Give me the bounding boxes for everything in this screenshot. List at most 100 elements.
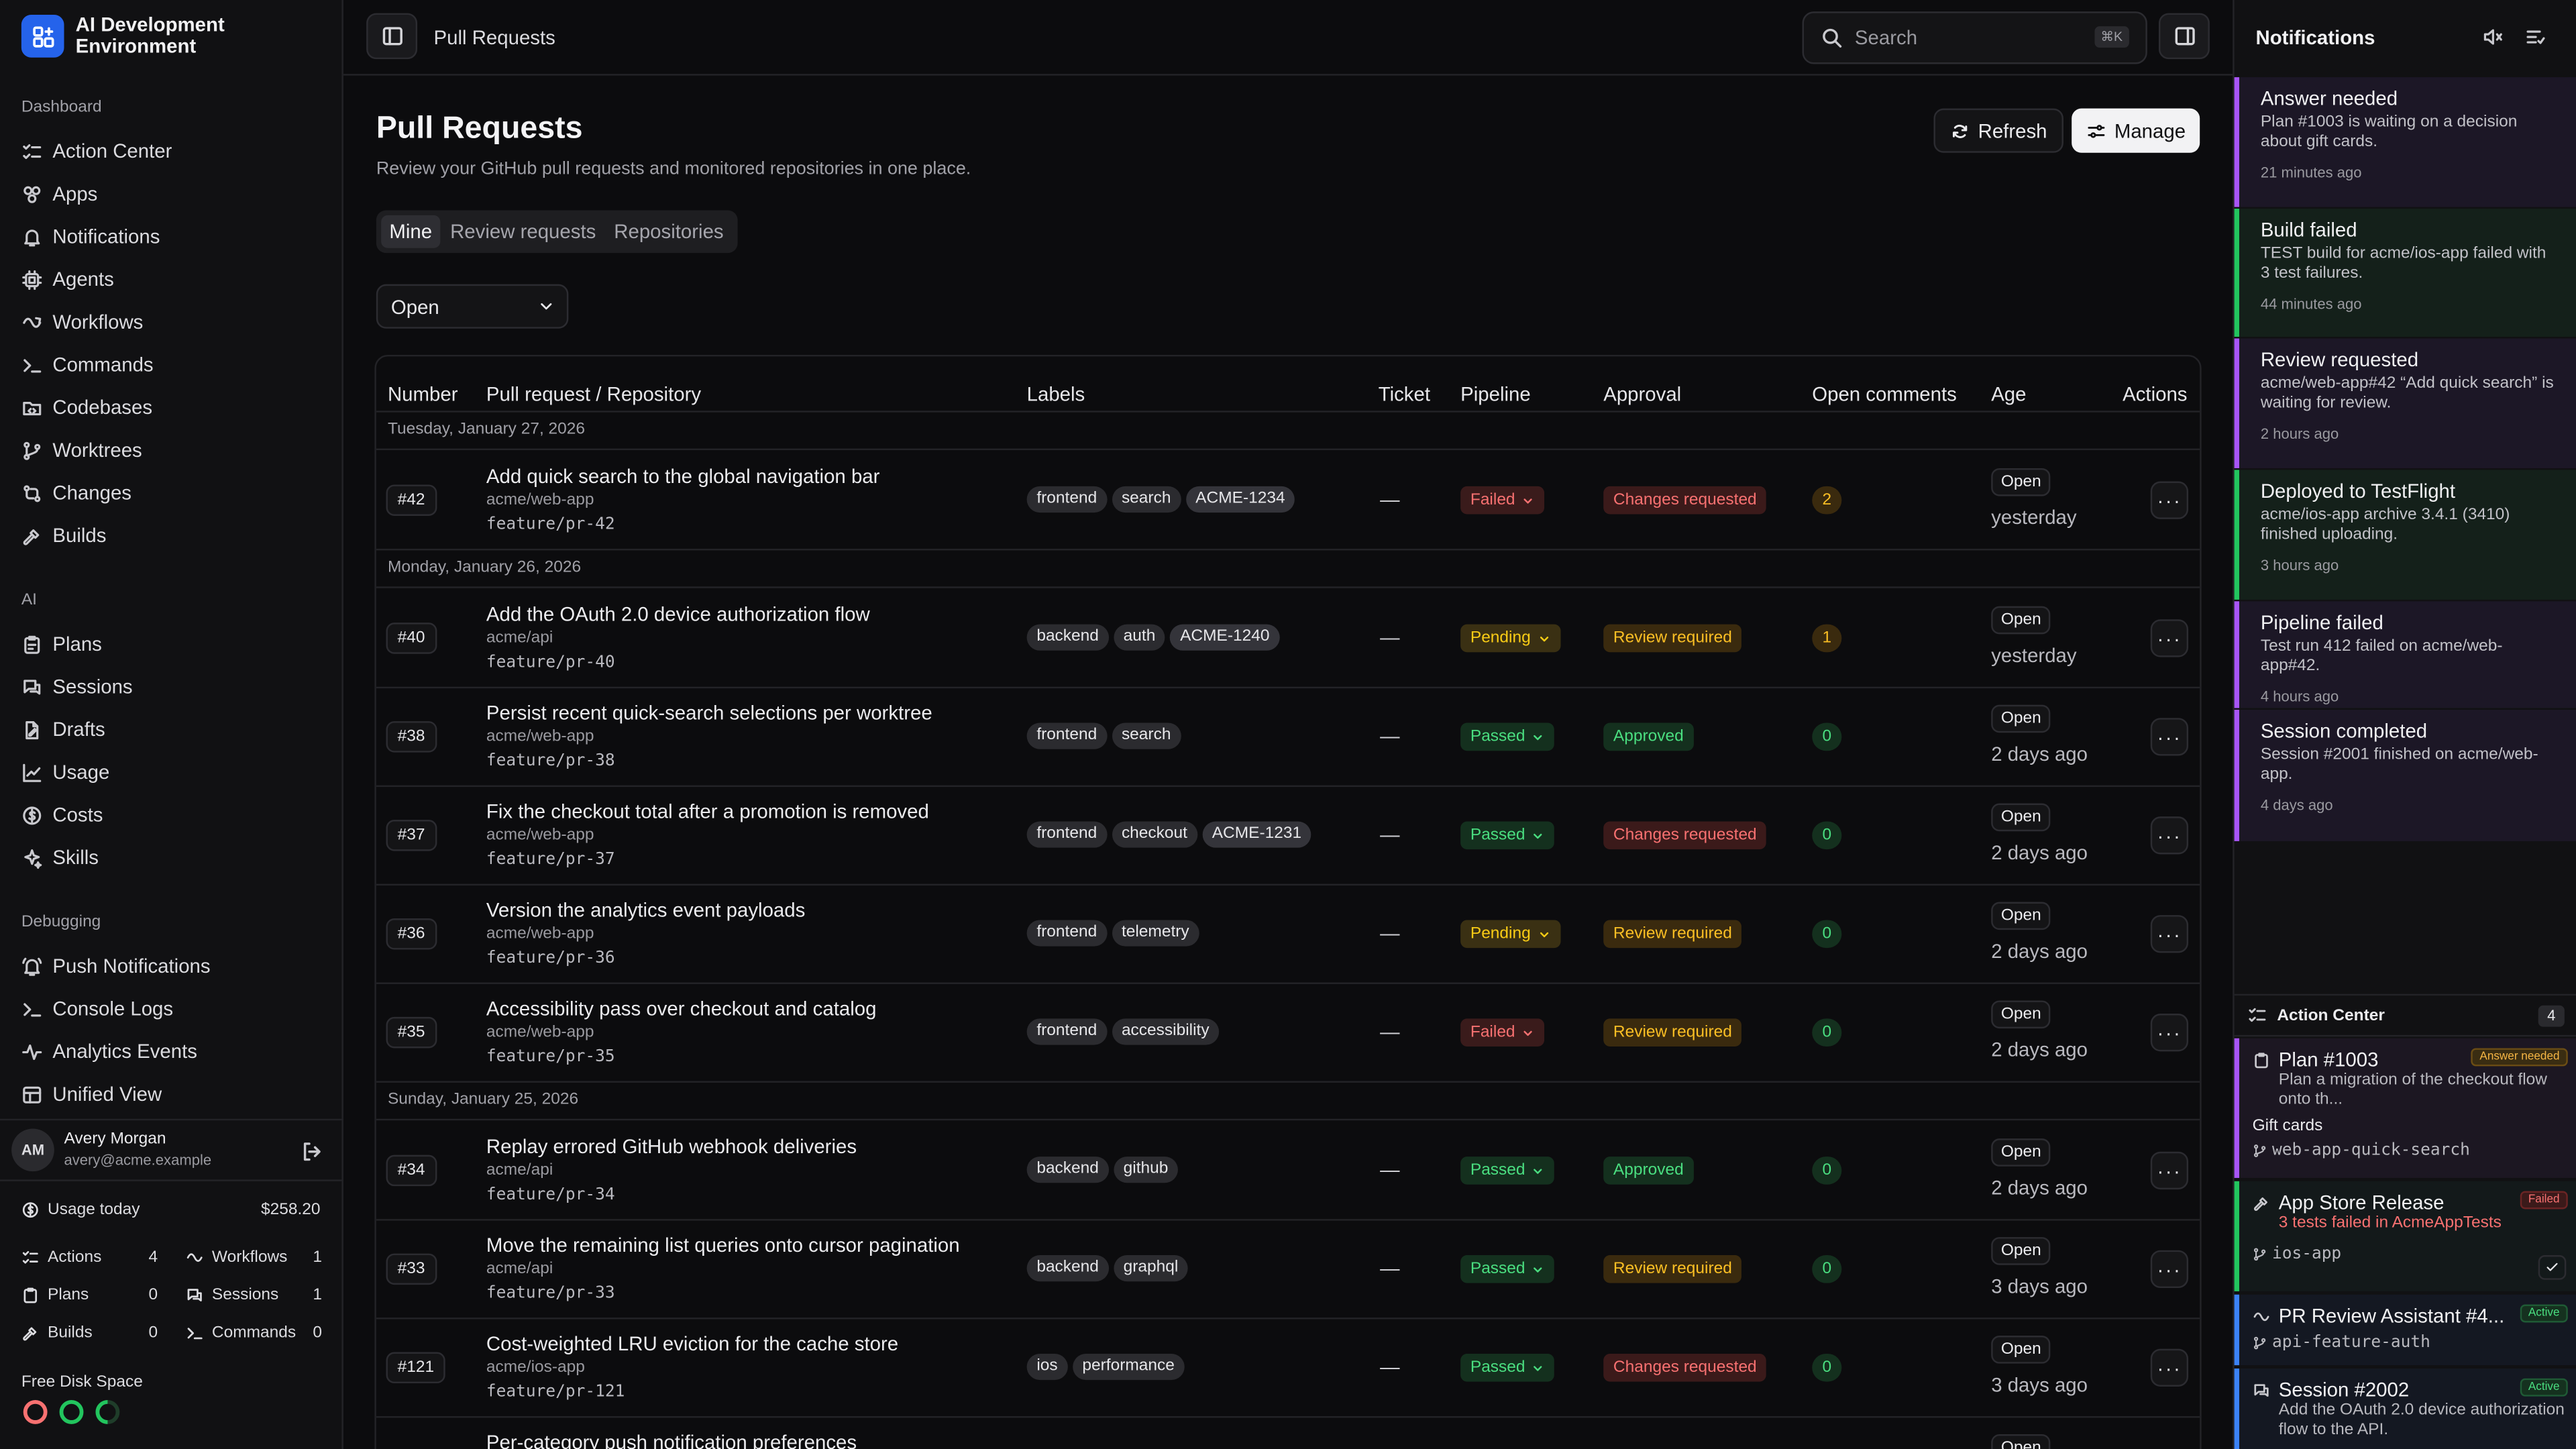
sidebar-item-sessions[interactable]: Sessions <box>21 670 133 703</box>
refresh-button[interactable]: Refresh <box>1933 108 2064 153</box>
tab-mine[interactable]: Mine <box>381 215 441 248</box>
table-row[interactable]: #38 Persist recent quick-search selection… <box>376 688 2200 788</box>
notification-title: Build failed <box>2260 218 2357 242</box>
pipeline-status[interactable]: Failed <box>1460 486 1545 515</box>
notification-card[interactable]: Answer needed Plan #1003 is waiting on a … <box>2234 77 2576 207</box>
chevron-down-icon <box>1540 635 1548 641</box>
sidebar-item-worktrees[interactable]: Worktrees <box>21 434 142 467</box>
notification-card[interactable]: Review requested acme/web-app#42 “Add qui… <box>2234 338 2576 468</box>
ticket-chip[interactable]: ACME-1231 <box>1202 821 1311 848</box>
stat-workflows[interactable]: Workflows 1 <box>186 1248 322 1267</box>
notification-card[interactable]: Build failed TEST build for acme/ios-app … <box>2234 209 2576 337</box>
tab-repositories[interactable]: Repositories <box>606 215 732 248</box>
sidebar-item-plans[interactable]: Plans <box>21 628 102 661</box>
pipeline-status[interactable]: Pending <box>1460 624 1560 653</box>
action-card-session[interactable]: Session #2002 Active Add the OAuth 2.0 d… <box>2234 1368 2576 1449</box>
more-actions-button[interactable]: ··· <box>2150 1250 2189 1289</box>
sidebar-item-codebases[interactable]: Codebases <box>21 391 152 424</box>
open-comments-count: 2 <box>1812 486 1842 515</box>
stat-plans[interactable]: Plans 0 <box>21 1287 158 1305</box>
state-filter-select[interactable]: Open <box>376 284 569 329</box>
table-row[interactable]: #36 Version the analytics event payloads a… <box>376 885 2200 984</box>
pr-tabs: Mine Review requests Repositories <box>376 210 739 254</box>
pr-title[interactable]: Add quick search to the global navigatio… <box>486 465 880 488</box>
stat-sessions[interactable]: Sessions 1 <box>186 1287 322 1305</box>
user-profile[interactable]: AM Avery Morgan avery@acme.example <box>0 1118 343 1181</box>
table-row[interactable]: #42 Add quick search to the global naviga… <box>376 451 2200 551</box>
sidebar-item-console-logs[interactable]: Console Logs <box>21 992 173 1025</box>
brand[interactable]: AI Development Environment <box>21 14 225 58</box>
sidebar-item-costs[interactable]: Costs <box>21 798 103 831</box>
sidebar-item-usage[interactable]: Usage <box>21 756 109 789</box>
pr-title[interactable]: Accessibility pass over checkout and cat… <box>486 998 877 1020</box>
sidebar-item-action-center[interactable]: Action Center <box>21 135 172 168</box>
pr-title[interactable]: Fix the checkout total after a promotion… <box>486 800 929 823</box>
more-actions-button[interactable]: ··· <box>2150 481 2189 519</box>
pipeline-status[interactable]: Passed <box>1460 1255 1555 1283</box>
table-row[interactable]: #121 Cost-weighted LRU eviction for the c… <box>376 1320 2200 1418</box>
sidebar-item-commands[interactable]: Commands <box>21 348 154 381</box>
ticket-chip[interactable]: ACME-1240 <box>1170 624 1280 651</box>
sidebar-item-apps[interactable]: Apps <box>21 177 97 210</box>
table-row[interactable]: #35 Accessibility pass over checkout and … <box>376 984 2200 1083</box>
table-row[interactable]: Per-category push notification preferenc… <box>376 1417 2200 1449</box>
toggle-notifications-button[interactable] <box>2158 13 2210 60</box>
sidebar-item-push-notifications[interactable]: Push Notifications <box>21 950 211 983</box>
action-card-plan[interactable]: Plan #1003 Answer needed Plan a migratio… <box>2234 1038 2576 1178</box>
pr-title[interactable]: Move the remaining list queries onto cur… <box>486 1234 960 1256</box>
tab-review-requests[interactable]: Review requests <box>442 215 604 248</box>
approve-check-icon[interactable] <box>2538 1255 2567 1280</box>
logout-icon[interactable] <box>301 1140 323 1163</box>
action-card-app-store-release[interactable]: App Store Release Failed 3 tests failed … <box>2234 1181 2576 1291</box>
more-actions-button[interactable]: ··· <box>2150 1151 2189 1190</box>
sidebar-item-builds[interactable]: Builds <box>21 519 106 552</box>
mark-all-read-icon[interactable] <box>2525 26 2546 48</box>
toggle-sidebar-button[interactable] <box>366 13 418 60</box>
sidebar-item-drafts[interactable]: Drafts <box>21 713 105 746</box>
more-actions-button[interactable]: ··· <box>2150 816 2189 855</box>
pr-state-badge: Open <box>1991 1237 2051 1265</box>
more-actions-button[interactable]: ··· <box>2150 718 2189 756</box>
more-actions-button[interactable]: ··· <box>2150 915 2189 953</box>
pipeline-status[interactable]: Passed <box>1460 1353 1555 1382</box>
sidebar-item-unified-view[interactable]: Unified View <box>21 1078 162 1111</box>
more-actions-button[interactable]: ··· <box>2150 1348 2189 1387</box>
pipeline-status[interactable]: Passed <box>1460 821 1555 850</box>
table-row[interactable]: #37 Fix the checkout total after a promot… <box>376 787 2200 886</box>
sidebar-item-notifications[interactable]: Notifications <box>21 220 160 253</box>
mute-icon[interactable] <box>2482 26 2504 48</box>
ticket-chip[interactable]: ACME-1234 <box>1185 486 1295 513</box>
pipeline-label: Passed <box>1470 1260 1525 1279</box>
sidebar-item-workflows[interactable]: Workflows <box>21 306 143 339</box>
sidebar-item-agents[interactable]: Agents <box>21 263 114 296</box>
action-card-pr-review-assistant[interactable]: PR Review Assistant #4... Active api-fea… <box>2234 1294 2576 1366</box>
pr-title[interactable]: Cost-weighted LRU eviction for the cache… <box>486 1332 898 1355</box>
table-row[interactable]: #33 Move the remaining list queries onto … <box>376 1221 2200 1320</box>
search-input[interactable]: Search ⌘K <box>1802 11 2147 64</box>
stat-commands[interactable]: Commands 0 <box>186 1324 322 1342</box>
table-row[interactable]: #34 Replay errored GitHub webhook deliver… <box>376 1122 2200 1221</box>
sidebar-item-changes[interactable]: Changes <box>21 476 131 509</box>
notification-card[interactable]: Session completed Session #2001 finished … <box>2234 709 2576 841</box>
more-actions-button[interactable]: ··· <box>2150 619 2189 657</box>
pr-age: 3 days ago <box>1991 1275 2088 1298</box>
pr-title[interactable]: Add the OAuth 2.0 device authorization f… <box>486 603 870 626</box>
pr-title[interactable]: Persist recent quick-search selections p… <box>486 702 932 724</box>
sidebar-item-analytics-events[interactable]: Analytics Events <box>21 1035 197 1068</box>
pr-title[interactable]: Per-category push notification preferenc… <box>486 1431 857 1449</box>
stat-builds[interactable]: Builds 0 <box>21 1324 158 1342</box>
pipeline-status[interactable]: Failed <box>1460 1018 1545 1047</box>
stat-actions[interactable]: Actions 4 <box>21 1248 158 1267</box>
table-row[interactable]: #40 Add the OAuth 2.0 device authorizatio… <box>376 590 2200 689</box>
action-center-header[interactable]: Action Center 4 <box>2234 994 2576 1037</box>
sidebar-item-skills[interactable]: Skills <box>21 841 99 874</box>
notification-card[interactable]: Deployed to TestFlight acme/ios-app archi… <box>2234 470 2576 600</box>
pipeline-status[interactable]: Pending <box>1460 920 1560 949</box>
pipeline-status[interactable]: Passed <box>1460 722 1555 751</box>
pr-title[interactable]: Version the analytics event payloads <box>486 899 805 922</box>
pipeline-status[interactable]: Passed <box>1460 1157 1555 1185</box>
more-actions-button[interactable]: ··· <box>2150 1014 2189 1052</box>
pr-title[interactable]: Replay errored GitHub webhook deliveries <box>486 1135 857 1158</box>
manage-button[interactable]: Manage <box>2072 108 2201 153</box>
notification-card[interactable]: Pipeline failed Test run 412 failed on ac… <box>2234 601 2576 708</box>
